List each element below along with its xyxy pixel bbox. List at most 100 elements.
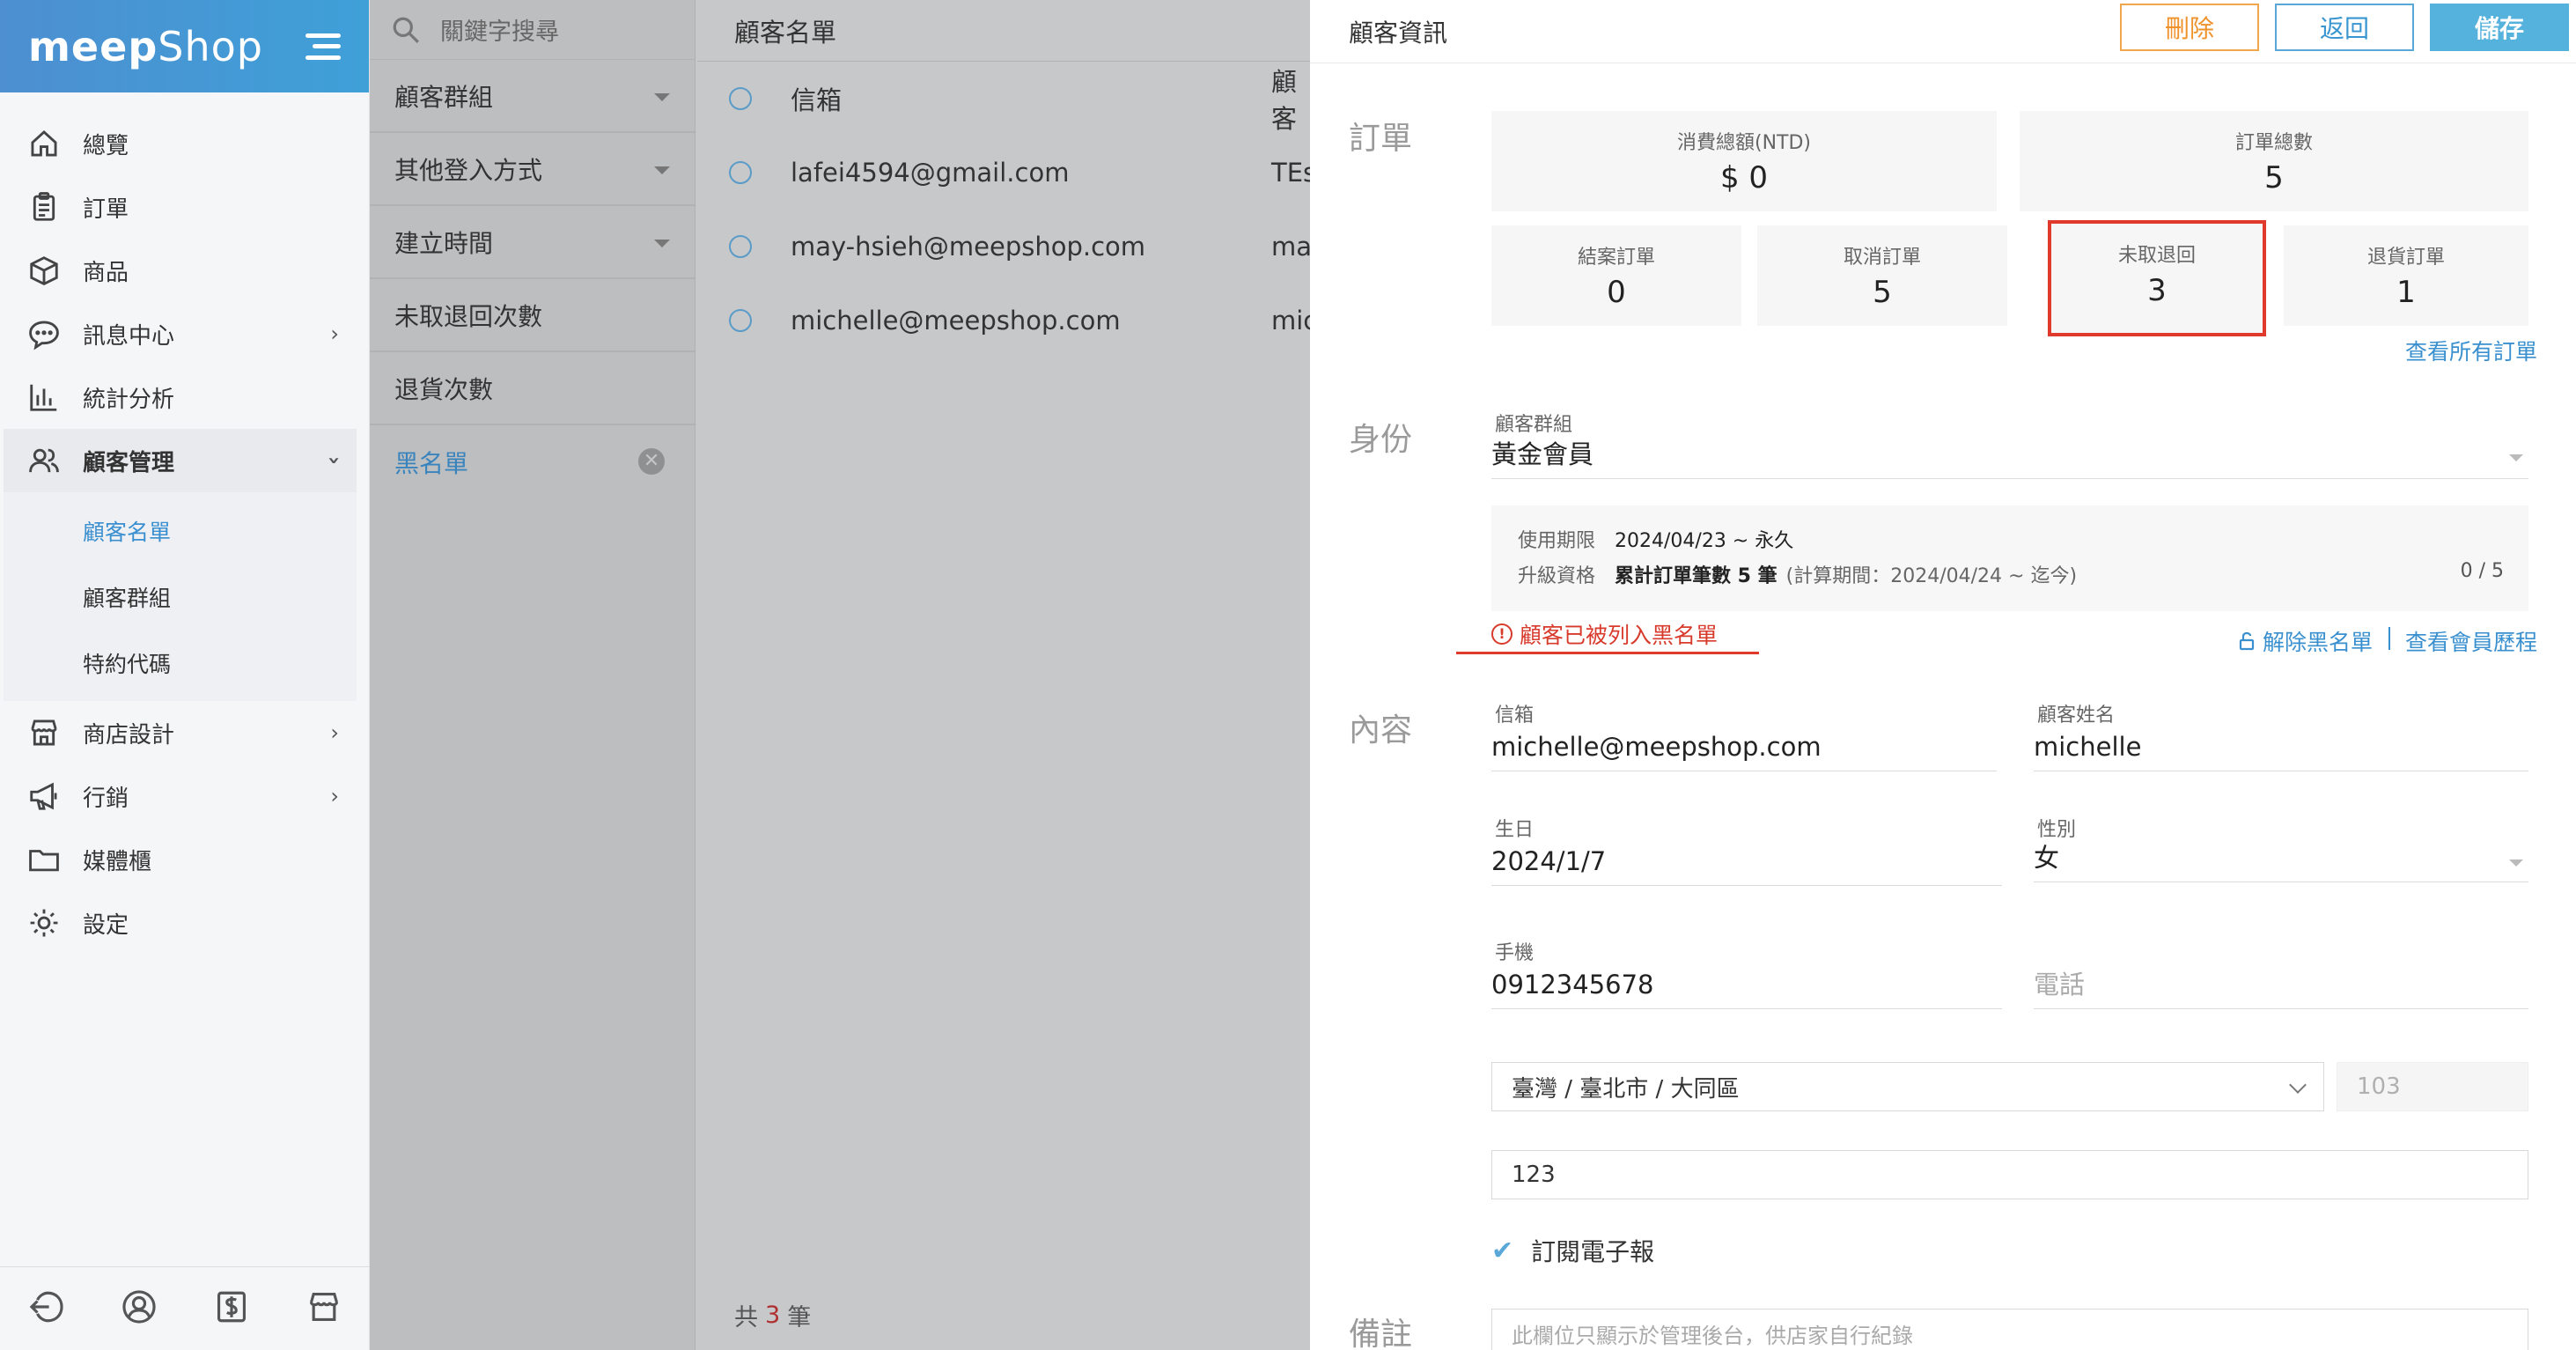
dimmed-overlay[interactable]: 關鍵字搜尋 顧客群組 其他登入方式 建立時間 未取退回次數 退貨次數 黑名單 ✕ …	[370, 0, 1322, 1350]
filter-blacklist[interactable]: 黑名單 ✕	[370, 425, 695, 498]
nav-orders[interactable]: 訂單	[0, 175, 369, 239]
chevron-right-icon: ›	[330, 321, 339, 346]
table-row[interactable]: michelle@meepshop.com mic	[697, 284, 1317, 358]
nav-label: 媒體櫃	[83, 848, 152, 875]
chevron-down-icon	[2509, 859, 2523, 867]
birthday-field[interactable]: 2024/1/7	[1491, 844, 2002, 886]
nav-label: 商品	[83, 259, 129, 286]
billing-icon[interactable]	[213, 1288, 250, 1329]
list-title: 顧客名單	[697, 0, 1310, 62]
filter-created-time[interactable]: 建立時間	[370, 206, 695, 279]
stat-unclaimed-returned: 未取退回 3	[2048, 220, 2266, 336]
account-icon[interactable]	[121, 1288, 158, 1329]
region-select[interactable]: 臺灣 / 臺北市 / 大同區	[1491, 1062, 2324, 1111]
list-total: 共3筆	[734, 1301, 812, 1332]
nav-analytics[interactable]: 統計分析	[0, 365, 369, 429]
column-name-header[interactable]: 顧客	[1271, 62, 1310, 136]
subscribe-checkbox[interactable]: ✔ 訂閱電子報	[1491, 1233, 1654, 1268]
search-placeholder: 關鍵字搜尋	[440, 18, 559, 46]
stat-returned-orders: 退貨訂單 1	[2284, 225, 2528, 326]
row-email: lafei4594@gmail.com	[791, 158, 1070, 188]
nav-customers[interactable]: 顧客管理 ›	[4, 429, 357, 492]
storefront-icon[interactable]	[305, 1288, 342, 1329]
group-label: 顧客群組	[1495, 414, 1573, 436]
table-row[interactable]: lafei4594@gmail.com TEs	[697, 136, 1316, 210]
filter-login-method[interactable]: 其他登入方式	[370, 133, 695, 206]
section-identity-label: 身份	[1349, 422, 1413, 458]
email-label: 信箱	[1495, 705, 1535, 727]
detail-header: 顧客資訊 刪除 返回 儲存	[1310, 0, 2576, 63]
address-field[interactable]: 123	[1491, 1150, 2528, 1199]
nav-store-design[interactable]: 商店設計 ›	[0, 701, 369, 764]
chevron-down-icon	[2289, 1076, 2307, 1094]
nav-label: 顧客管理	[83, 449, 175, 476]
nav-media[interactable]: 媒體櫃	[0, 828, 369, 891]
megaphone-icon	[26, 778, 62, 814]
gender-label: 性別	[2037, 819, 2077, 841]
name-field[interactable]: michelle	[2034, 729, 2528, 771]
nav-label: 訂單	[83, 195, 129, 223]
mobile-label: 手機	[1495, 942, 1535, 964]
sidebar-footer	[0, 1266, 370, 1350]
row-email: may-hsieh@meepshop.com	[791, 232, 1146, 262]
section-remark-label: 備註	[1349, 1317, 1413, 1350]
chevron-down-icon	[2509, 454, 2523, 461]
customer-detail-panel: 顧客資訊 刪除 返回 儲存 訂單 消費總額(NTD) $ 0 訂單總數 5 結案…	[1310, 0, 2576, 1350]
search-icon	[393, 17, 419, 43]
nav-label: 總覽	[83, 132, 129, 159]
logo[interactable]: meepShop	[28, 23, 263, 70]
menu-toggle-icon[interactable]	[305, 33, 341, 60]
nav-messages[interactable]: 訊息中心 ›	[0, 302, 369, 365]
nav-products[interactable]: 商品	[0, 239, 369, 302]
membership-info: 使用期限 2024/04/23 ~ 永久 升級資格 累計訂單筆數 5 筆 (計算期間：…	[1491, 505, 2528, 611]
phone-field[interactable]: 電話	[2034, 967, 2528, 1009]
clear-filter-icon[interactable]: ✕	[638, 448, 665, 475]
unblacklist-link[interactable]: 解除黑名單	[2236, 625, 2373, 657]
row-radio[interactable]	[729, 161, 752, 184]
subnav-customer-list[interactable]: 顧客名單	[4, 498, 357, 564]
nav-overview[interactable]: 總覽	[0, 112, 369, 175]
home-icon	[26, 126, 62, 161]
stat-total-spent: 消費總額(NTD) $ 0	[1491, 111, 1997, 211]
row-email: michelle@meepshop.com	[791, 306, 1121, 336]
subnav-special-codes[interactable]: 特約代碼	[4, 630, 357, 696]
nav-label: 設定	[83, 911, 129, 939]
alert-icon: !	[1491, 623, 1512, 645]
remark-textarea[interactable]: 此欄位只顯示於管理後台，供店家自行紀錄	[1491, 1309, 2528, 1350]
stat-total-orders: 訂單總數 5	[2020, 111, 2528, 211]
nav-settings[interactable]: 設定	[0, 891, 369, 955]
email-field[interactable]: michelle@meepshop.com	[1491, 729, 1997, 771]
row-radio[interactable]	[729, 235, 752, 258]
mobile-field[interactable]: 0912345678	[1491, 967, 2002, 1009]
view-member-history-link[interactable]: 查看會員歷程	[2405, 625, 2537, 657]
save-button[interactable]: 儲存	[2430, 4, 2569, 51]
filter-return-count[interactable]: 退貨次數	[370, 352, 695, 425]
column-email-header[interactable]: 信箱	[791, 80, 842, 117]
delete-button[interactable]: 刪除	[2120, 4, 2259, 51]
gender-select[interactable]: 女	[2034, 840, 2528, 882]
main-nav: 總覽 訂單 商品 訊息中心 › 統計分析 顧客管理 › 顧客名單 顧客群組 特約…	[0, 112, 369, 955]
back-button[interactable]: 返回	[2275, 4, 2414, 51]
group-select[interactable]: 黃金會員	[1491, 437, 2528, 479]
subscribe-label: 訂閱電子報	[1531, 1237, 1655, 1266]
caret-down-icon	[654, 240, 670, 247]
filter-search-input[interactable]: 關鍵字搜尋	[370, 0, 695, 60]
stat-closed-orders: 結案訂單 0	[1491, 225, 1741, 326]
nav-label: 訊息中心	[83, 322, 175, 350]
logout-icon[interactable]	[28, 1288, 65, 1329]
caret-down-icon	[654, 166, 670, 174]
detail-title: 顧客資訊	[1349, 18, 1448, 48]
link-divider	[2388, 627, 2390, 650]
row-radio[interactable]	[729, 309, 752, 332]
upgrade-progress: 0 / 5	[2460, 560, 2504, 582]
stat-cancelled-orders: 取消訂單 5	[1757, 225, 2007, 326]
select-all-radio[interactable]	[729, 87, 752, 110]
nav-marketing[interactable]: 行銷 ›	[0, 764, 369, 828]
subnav-customer-groups[interactable]: 顧客群組	[4, 564, 357, 630]
filter-unclaimed-count[interactable]: 未取退回次數	[370, 279, 695, 352]
highlight-underline	[1456, 652, 1759, 654]
view-all-orders-link[interactable]: 查看所有訂單	[2405, 335, 2537, 366]
table-row[interactable]: may-hsieh@meepshop.com mar	[697, 210, 1322, 284]
sidebar: meepShop 總覽 訂單 商品 訊息中心 › 統計分析 顧客管理 › 顧客名…	[0, 0, 370, 1350]
filter-customer-group[interactable]: 顧客群組	[370, 60, 695, 133]
